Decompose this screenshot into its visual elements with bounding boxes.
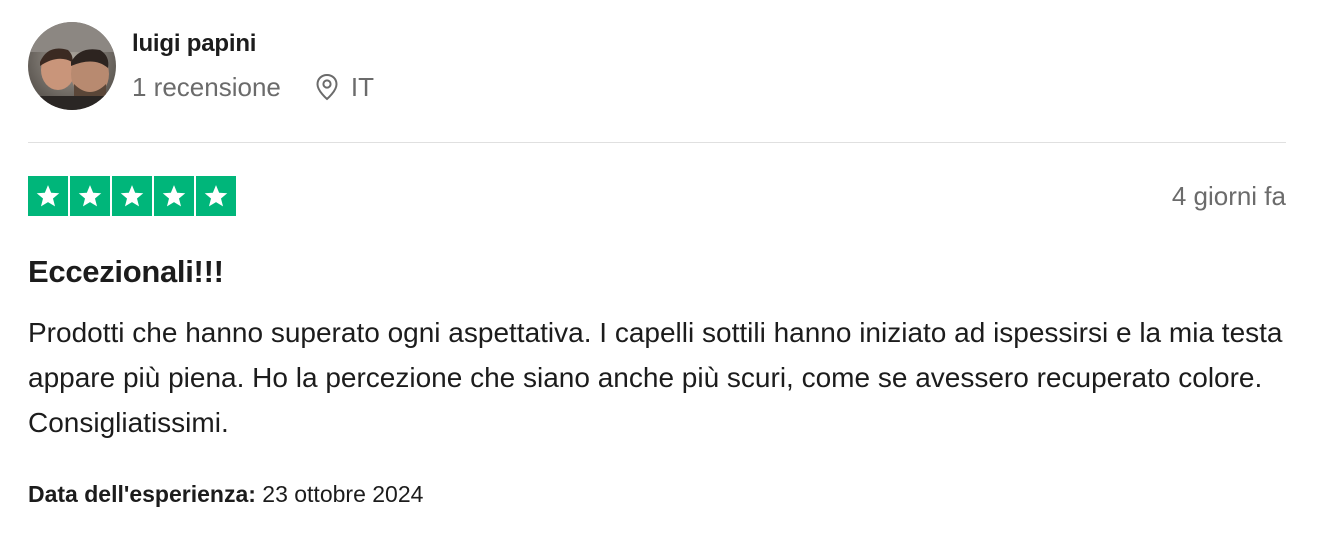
review-count: 1 recensione [132,72,281,102]
star-rating [28,176,1286,216]
star-icon [196,176,236,216]
header-divider [28,142,1286,143]
reviewer-meta: 1 recensione IT [132,71,374,103]
star-icon [112,176,152,216]
experience-date-value: 23 ottobre 2024 [262,481,424,507]
experience-date-label: Data dell'esperienza: [28,481,256,507]
reviewer-info: luigi papini 1 recensione IT [132,29,374,103]
reviewer-country: IT [350,72,374,102]
location-pin-icon [315,73,339,101]
star-icon [28,176,68,216]
star-icon [154,176,194,216]
experience-date: Data dell'esperienza: 23 ottobre 2024 [28,478,423,510]
review-title[interactable]: Eccezionali!!! [28,253,224,291]
review-posted-date: 4 giorni fa [1171,181,1286,211]
reviewer-header: luigi papini 1 recensione IT [28,22,1286,110]
review-body: Prodotti che hanno superato ogni aspetta… [28,317,1283,438]
star-icon [70,176,110,216]
rating-row: 4 giorni fa [28,176,1286,216]
reviewer-name[interactable]: luigi papini [132,29,374,59]
review-card: luigi papini 1 recensione IT [28,22,1286,110]
avatar[interactable] [28,22,116,110]
avatar-photo-icon [28,22,116,110]
